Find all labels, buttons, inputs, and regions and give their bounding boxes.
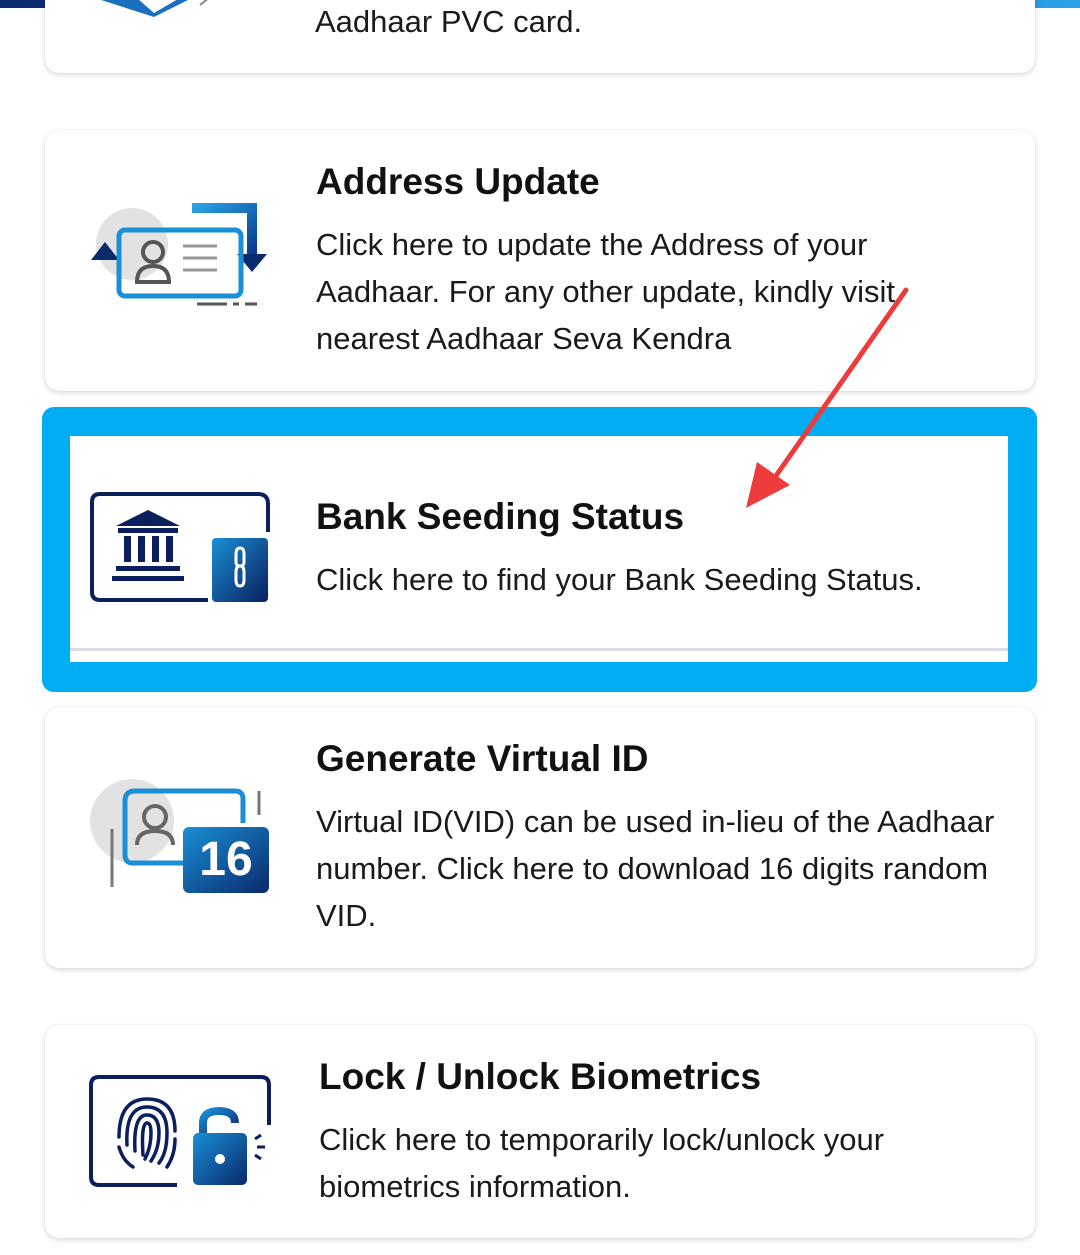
generate-virtual-id-card[interactable]: 16 Generate Virtual ID Virtual ID(VID) c…	[45, 707, 1035, 968]
bank-seeding-icon	[90, 492, 270, 602]
pvc-card-description: Aadhaar PVC card.	[315, 4, 583, 39]
bank-seeding-card[interactable]: Bank Seeding Status Click here to find y…	[70, 436, 1008, 662]
virtual-id-title: Generate Virtual ID	[316, 738, 649, 779]
aadhaar-pvc-card-icon	[101, 0, 208, 17]
biometrics-description: Click here to temporarily lock/unlock yo…	[319, 1122, 885, 1204]
bank-seeding-description: Click here to find your Bank Seeding Sta…	[316, 562, 923, 597]
highlight-divider	[70, 648, 1008, 651]
aadhaar-pvc-card[interactable]: Aadhaar PVC card.	[45, 0, 1035, 73]
biometrics-title: Lock / Unlock Biometrics	[319, 1056, 762, 1097]
virtual-id-badge-number: 16	[199, 833, 253, 886]
lock-unlock-biometrics-card[interactable]: Lock / Unlock Biometrics Click here to t…	[45, 1025, 1035, 1238]
address-update-card[interactable]: Address Update Click here to update the …	[45, 130, 1035, 391]
address-update-icon	[91, 203, 267, 317]
address-update-description: Click here to update the Address of your…	[316, 227, 895, 356]
biometric-lock-icon	[89, 1075, 271, 1187]
bank-seeding-title: Bank Seeding Status	[316, 496, 685, 537]
address-update-title: Address Update	[316, 161, 600, 202]
virtual-id-description: Virtual ID(VID) can be used in-lieu of t…	[316, 804, 995, 933]
